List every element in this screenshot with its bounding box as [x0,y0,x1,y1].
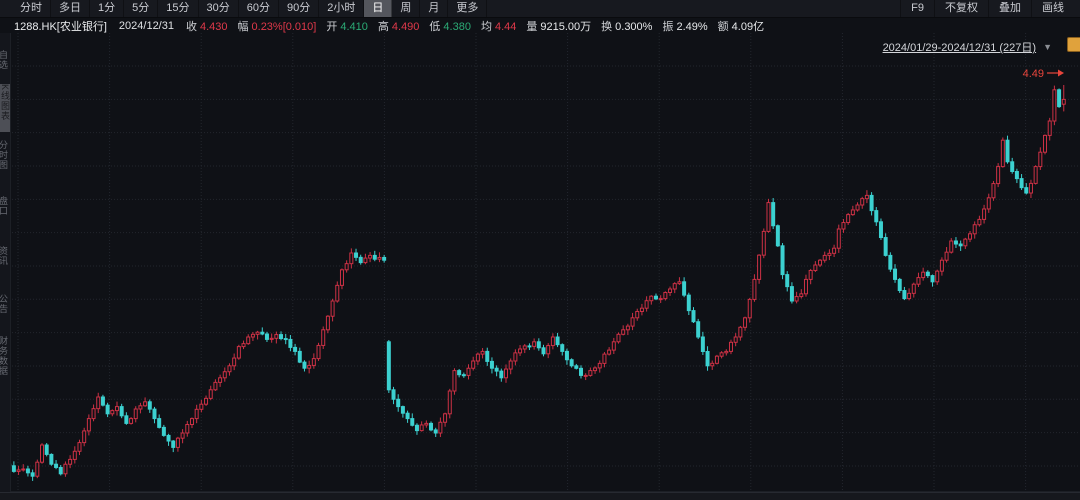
quote-field-3: 高4.490 [378,18,420,34]
left-clipped-tab-strip[interactable]: 自选 K线图表分时图盘口资讯公告财务数据 [0,33,11,492]
toolbar-tool-3[interactable]: 画线 [1031,0,1074,17]
quote-field-value: 4.44 [495,21,516,33]
date-range-label[interactable]: 2024/01/29-2024/12/31 (227日) [883,39,1037,55]
quote-field-value: 4.430 [200,21,228,33]
left-strip-item-5[interactable]: 公告 [0,294,8,316]
quote-fields: 收4.430幅0.23%[0.010]开4.410高4.490低4.380均4.… [186,18,774,34]
quote-field-value: 9215.00万 [540,21,591,33]
period-tab-4[interactable]: 15分 [158,0,198,17]
toolbar-right-tools: F9不复权叠加画线 [900,0,1080,17]
quote-field-0: 收4.430 [186,18,228,34]
quote-field-value: 4.410 [340,21,368,33]
candlestick-svg[interactable]: 4.49 [0,33,1080,492]
quote-field-6: 量9215.00万 [526,18,591,34]
left-strip-item-4[interactable]: 资讯 [0,246,8,268]
quote-info-bar: 1288.HK[农业银行] 2024/12/31 收4.430 幅0.23%[0.… [0,18,1080,33]
toolbar-tool-2[interactable]: 叠加 [988,0,1031,17]
quote-field-value: 4.09亿 [732,21,764,33]
bottom-pane-divider [0,492,1080,500]
period-tab-5[interactable]: 30分 [199,0,239,17]
toolbar-tool-1[interactable]: 不复权 [934,0,988,17]
chart-area[interactable]: 4.49 2024/01/29-2024/12/31 (227日) ▼ [0,33,1080,492]
stock-chart-app: 分时多日1分5分15分30分60分90分2小时日周月更多 F9不复权叠加画线 1… [0,0,1080,500]
left-strip-item-0[interactable]: 自选 [0,50,8,78]
quote-field-value: 4.490 [392,21,420,33]
quote-field-label: 幅 [238,21,249,33]
period-tab-11[interactable]: 月 [420,0,448,17]
quote-field-7: 换0.300% [601,18,652,34]
quote-field-label: 低 [429,21,440,33]
date-range-control[interactable]: 2024/01/29-2024/12/31 (227日) ▼ [883,39,1052,55]
quote-field-2: 开4.410 [326,18,368,34]
quote-field-label: 额 [718,21,729,33]
left-strip-item-1[interactable]: K线图表 [0,84,10,132]
quote-field-4: 低4.380 [429,18,471,34]
period-tab-7[interactable]: 90分 [279,0,319,17]
quote-field-label: 换 [601,21,612,33]
high-price-label: 4.49 [1023,68,1044,80]
period-tabs: 分时多日1分5分15分30分60分90分2小时日周月更多 [0,0,487,17]
period-tab-0[interactable]: 分时 [12,0,51,17]
quote-field-value: 2.49% [676,21,707,33]
cut-off-orange-button[interactable] [1067,37,1080,52]
toolbar-tool-0[interactable]: F9 [900,0,934,17]
period-tab-10[interactable]: 周 [392,0,420,17]
left-strip-item-6[interactable]: 财务数据 [0,336,8,396]
chevron-down-icon[interactable]: ▼ [1043,42,1052,52]
period-tab-9[interactable]: 日 [364,0,392,17]
quote-field-label: 收 [186,21,197,33]
symbol-name: 1288.HK[农业银行] [14,18,107,34]
quote-field-9: 额4.09亿 [718,18,764,34]
quote-field-label: 开 [326,21,337,33]
toolbar-spacer [487,0,900,17]
quote-field-1: 幅0.23%[0.010] [238,18,317,34]
quote-field-8: 振2.49% [662,18,707,34]
left-strip-item-2[interactable]: 分时图 [0,140,8,180]
period-toolbar: 分时多日1分5分15分30分60分90分2小时日周月更多 F9不复权叠加画线 [0,0,1080,18]
left-strip-item-3[interactable]: 盘口 [0,196,8,218]
quote-field-value: 0.300% [615,21,652,33]
quote-date: 2024/12/31 [119,20,174,32]
quote-field-5: 均4.44 [481,18,516,34]
quote-field-label: 振 [662,21,673,33]
period-tab-1[interactable]: 多日 [51,0,90,17]
period-tab-3[interactable]: 5分 [124,0,158,17]
period-tab-8[interactable]: 2小时 [319,0,364,17]
quote-field-value: 4.380 [443,21,471,33]
quote-field-label: 高 [378,21,389,33]
quote-field-label: 量 [526,21,537,33]
quote-field-value: 0.23%[0.010] [252,21,317,33]
period-tab-2[interactable]: 1分 [90,0,124,17]
quote-field-label: 均 [481,21,492,33]
period-tab-6[interactable]: 60分 [239,0,279,17]
period-tab-12[interactable]: 更多 [448,0,487,17]
